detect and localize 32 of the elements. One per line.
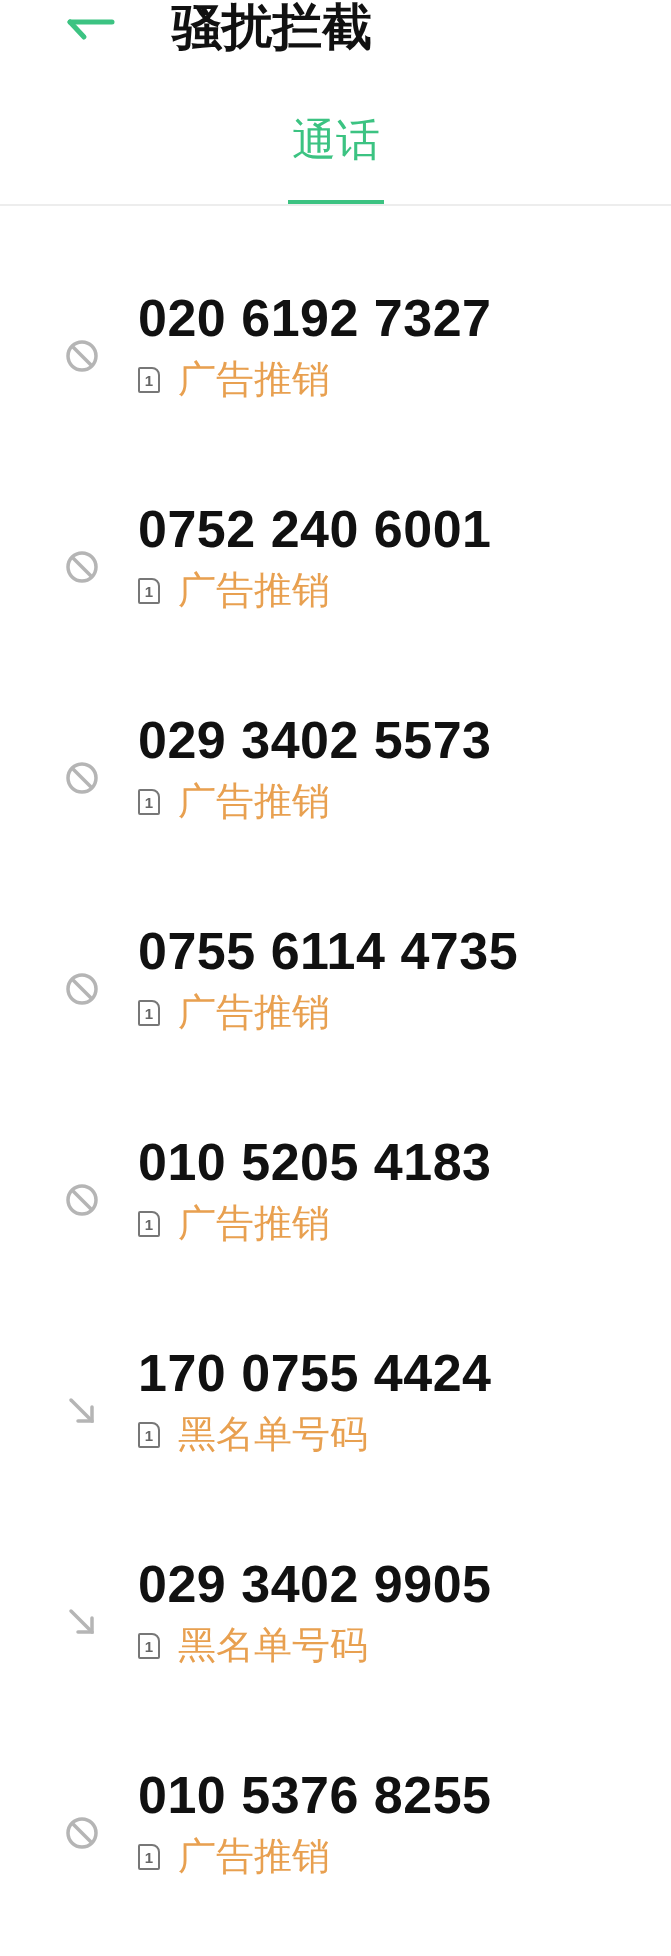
tab[interactable]: 通话 bbox=[287, 118, 384, 204]
sim-icon: 1 bbox=[138, 789, 160, 816]
sim-icon: 1 bbox=[138, 1211, 160, 1238]
phone-number: 0752 240 6001 bbox=[138, 501, 492, 559]
call-tag: 广告推销 bbox=[178, 992, 330, 1034]
phone-number: 020 6192 7327 bbox=[138, 290, 492, 348]
block-icon bbox=[65, 549, 99, 584]
phone-number: 0755 6114 4735 bbox=[138, 923, 519, 981]
sim-icon: 1 bbox=[138, 1422, 160, 1449]
phone-number: 010 5376 8255 bbox=[138, 1767, 492, 1825]
sim-icon: 1 bbox=[138, 578, 160, 605]
call-tag: 广告推销 bbox=[178, 781, 330, 823]
call-tag: 广告推销 bbox=[178, 1836, 330, 1878]
sim-icon: 1 bbox=[138, 1844, 160, 1871]
block-icon bbox=[65, 338, 99, 373]
sim-icon: 1 bbox=[138, 1633, 160, 1660]
page-title: 骚扰拦截 bbox=[172, 2, 372, 52]
block-icon bbox=[65, 760, 99, 795]
phone-number: 010 5205 4183 bbox=[138, 1134, 492, 1192]
block-icon bbox=[65, 971, 99, 1006]
call-tag: 黑名单号码 bbox=[178, 1625, 368, 1667]
phone-number: 029 3402 5573 bbox=[138, 712, 492, 770]
call-tag: 黑名单号码 bbox=[178, 1414, 368, 1456]
call-tag: 广告推销 bbox=[178, 1203, 330, 1245]
call-tag: 广告推销 bbox=[178, 570, 330, 612]
block-icon bbox=[65, 1182, 99, 1217]
call-tag: 广告推销 bbox=[178, 359, 330, 401]
sim-icon: 1 bbox=[138, 1000, 160, 1027]
phone-number: 170 0755 4424 bbox=[138, 1345, 492, 1403]
sim-icon: 1 bbox=[138, 367, 160, 394]
phone-number: 029 3402 9905 bbox=[138, 1556, 492, 1614]
block-icon bbox=[65, 1815, 99, 1850]
